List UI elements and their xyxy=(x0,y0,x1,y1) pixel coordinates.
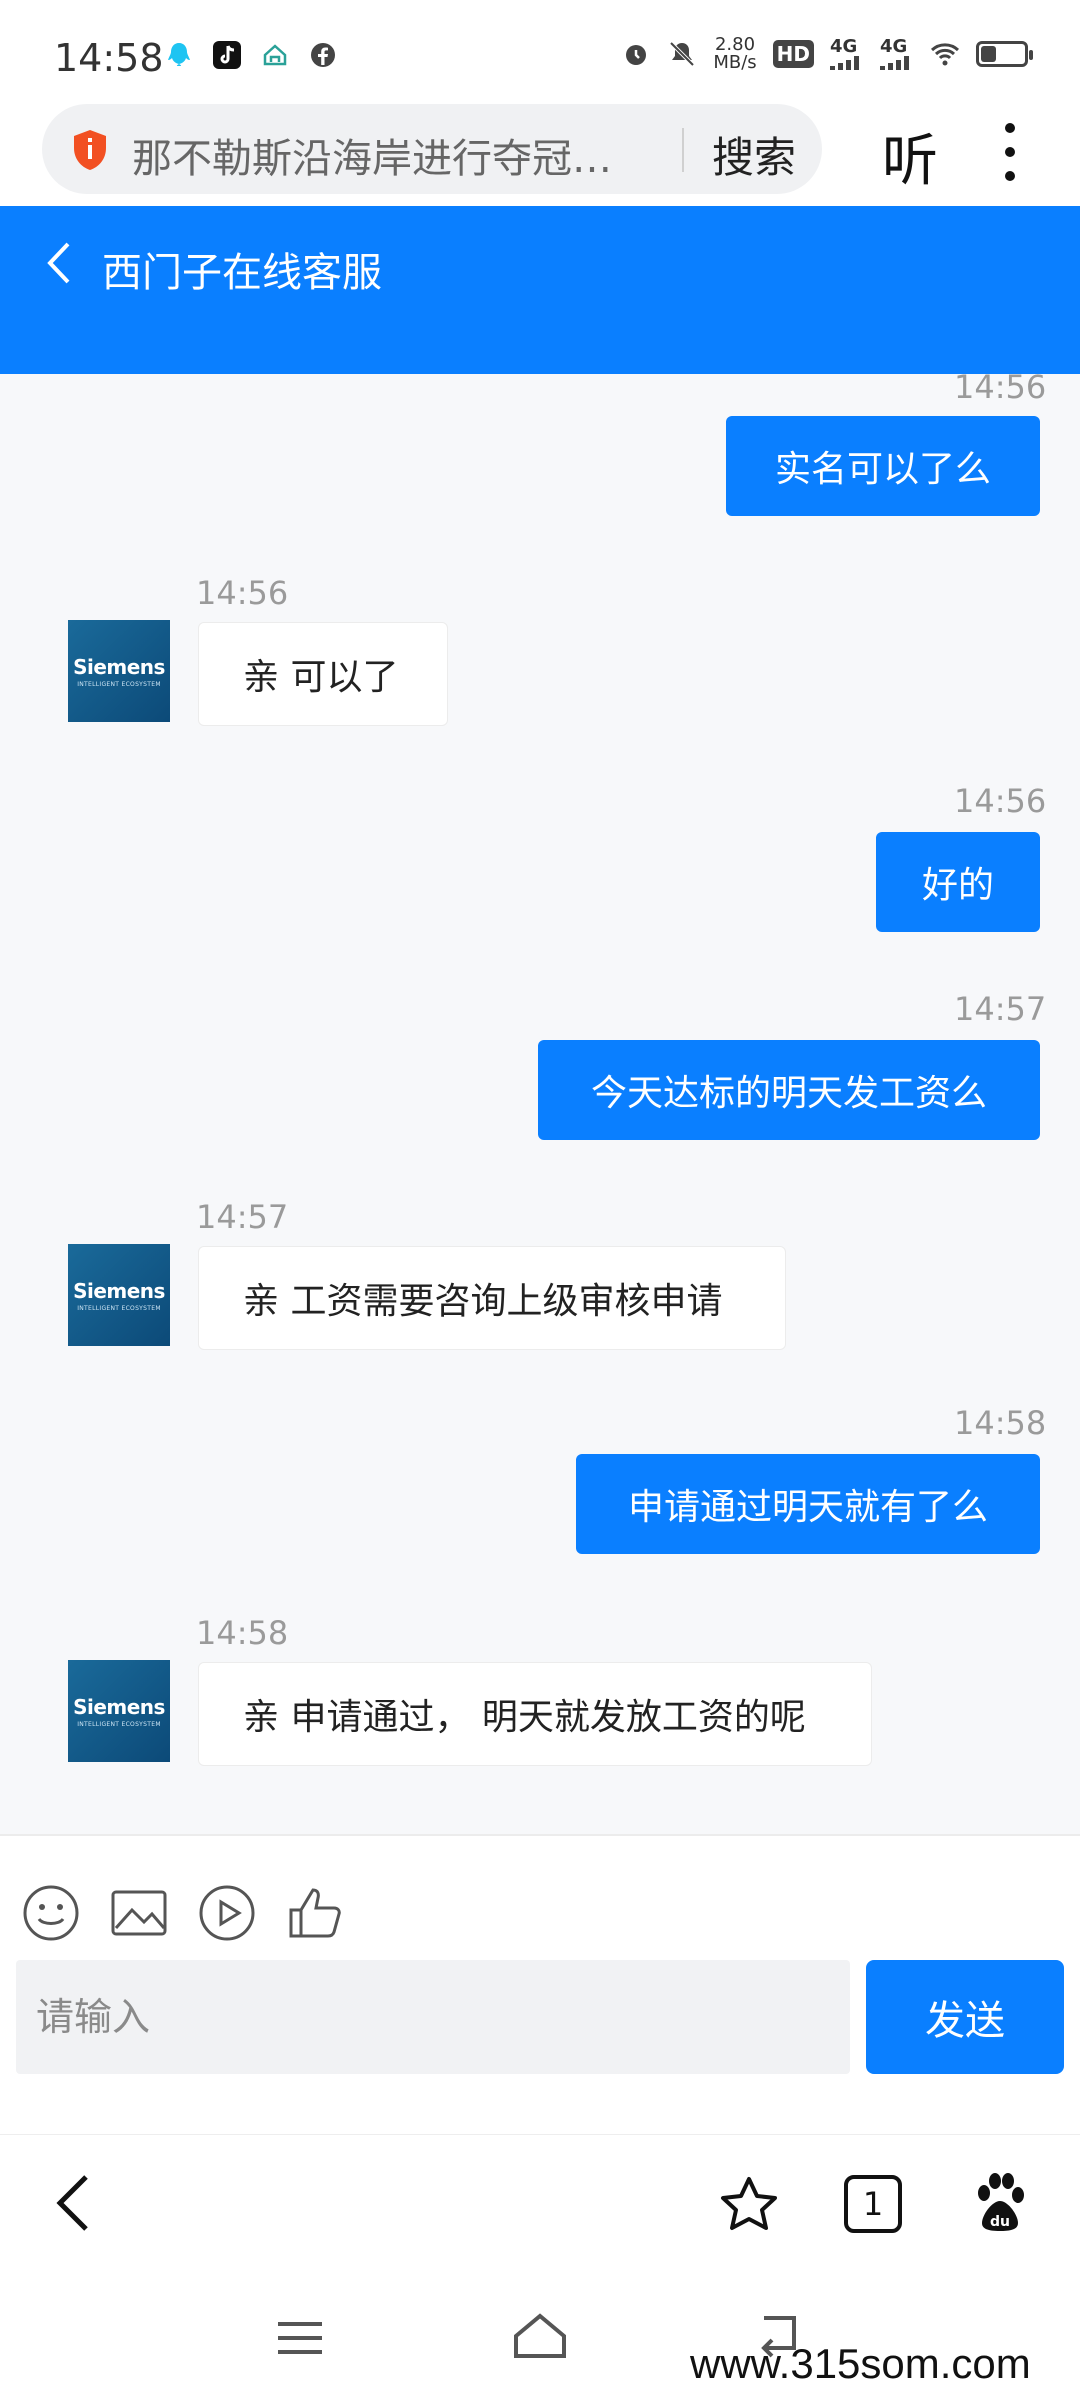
status-right-icons: 2.80 MB/s HD 4G 4G xyxy=(621,36,1033,72)
network-speed: 2.80 MB/s xyxy=(713,36,756,72)
message-time: 14:56 xyxy=(954,374,1047,406)
emoji-icon[interactable] xyxy=(22,1884,80,1942)
signal-bars-icon xyxy=(880,56,909,70)
speed-unit: MB/s xyxy=(713,52,757,73)
message-time: 14:58 xyxy=(196,1614,289,1652)
address-bar[interactable]: 那不勒斯沿海岸进行夺冠… 搜索 xyxy=(42,104,822,194)
message-input[interactable] xyxy=(16,1960,850,2074)
back-arrow-icon[interactable] xyxy=(44,238,74,288)
avatar-subtitle: INTELLIGENT ECOSYSTEM xyxy=(77,680,161,688)
outgoing-message[interactable]: 申请通过明天就有了么 xyxy=(576,1454,1040,1554)
chat-header: 西门子在线客服 xyxy=(0,206,1080,374)
system-navigation-bar: www.315som.com xyxy=(0,2274,1080,2400)
tiktok-icon xyxy=(213,41,241,69)
browser-bottom-nav: 1 du xyxy=(0,2134,1080,2274)
incoming-message[interactable]: 亲 可以了 xyxy=(198,622,448,726)
listen-button[interactable]: 听 xyxy=(882,116,938,197)
incoming-message[interactable]: 亲 工资需要咨询上级审核申请 xyxy=(198,1246,786,1350)
outgoing-message[interactable]: 好的 xyxy=(876,832,1040,932)
signal-1: 4G xyxy=(830,38,864,70)
tabs-button[interactable]: 1 xyxy=(844,2175,902,2233)
signal-2: 4G xyxy=(880,38,914,70)
security-warning-icon[interactable] xyxy=(70,128,110,172)
more-menu-icon[interactable] xyxy=(1000,120,1020,184)
watermark: www.315som.com xyxy=(690,2340,1031,2387)
network-type-label: 4G xyxy=(830,36,858,57)
video-icon[interactable] xyxy=(198,1884,256,1942)
thumbs-up-icon[interactable] xyxy=(286,1884,344,1942)
hd-badge: HD xyxy=(772,40,814,68)
signal-bars-icon xyxy=(830,56,859,70)
facebook-icon xyxy=(311,43,335,67)
avatar[interactable]: Siemens INTELLIGENT ECOSYSTEM xyxy=(68,620,170,722)
mute-bell-icon xyxy=(669,41,695,67)
message-time: 14:56 xyxy=(954,782,1047,820)
search-button[interactable]: 搜索 xyxy=(712,124,796,185)
send-button[interactable]: 发送 xyxy=(866,1960,1064,2074)
smart-home-icon xyxy=(263,44,287,66)
baidu-paw-icon[interactable]: du xyxy=(968,2171,1032,2235)
chat-title: 西门子在线客服 xyxy=(102,250,382,296)
wifi-icon xyxy=(930,43,960,66)
incoming-message[interactable]: 亲 申请通过， 明天就发放工资的呢 xyxy=(198,1662,872,1766)
message-composer: 发送 xyxy=(0,1834,1080,2134)
avatar[interactable]: Siemens INTELLIGENT ECOSYSTEM xyxy=(68,1660,170,1762)
message-time: 14:56 xyxy=(196,574,289,612)
avatar-brand: Siemens xyxy=(73,654,165,679)
page-title[interactable]: 那不勒斯沿海岸进行夺冠… xyxy=(132,126,702,184)
status-time: 14:58 xyxy=(54,36,164,80)
composer-toolbar xyxy=(22,1884,344,1942)
battery-icon xyxy=(976,41,1033,67)
outgoing-message[interactable]: 实名可以了么 xyxy=(726,416,1040,516)
avatar[interactable]: Siemens INTELLIGENT ECOSYSTEM xyxy=(68,1244,170,1346)
recent-apps-icon[interactable] xyxy=(276,2318,324,2358)
back-icon[interactable] xyxy=(52,2171,92,2235)
network-type-label: 4G xyxy=(880,36,908,57)
message-time: 14:57 xyxy=(954,990,1047,1028)
svg-text:du: du xyxy=(990,2214,1010,2230)
avatar-brand: Siemens xyxy=(73,1278,165,1303)
divider xyxy=(682,128,684,172)
alarm-icon xyxy=(626,45,647,65)
browser-toolbar: 那不勒斯沿海岸进行夺冠… 搜索 听 xyxy=(0,100,1080,206)
avatar-subtitle: INTELLIGENT ECOSYSTEM xyxy=(77,1304,161,1312)
home-icon[interactable] xyxy=(510,2310,570,2360)
message-list[interactable]: 14:56 实名可以了么 14:56 Siemens INTELLIGENT E… xyxy=(0,374,1080,1834)
message-time: 14:58 xyxy=(954,1404,1047,1442)
qq-icon xyxy=(168,43,190,66)
avatar-subtitle: INTELLIGENT ECOSYSTEM xyxy=(77,1720,161,1728)
notification-icons xyxy=(164,40,338,70)
avatar-brand: Siemens xyxy=(73,1694,165,1719)
image-icon[interactable] xyxy=(110,1884,168,1942)
status-bar: 14:58 2.80 MB/s HD 4G 4G xyxy=(0,0,1080,100)
message-time: 14:57 xyxy=(196,1198,289,1236)
outgoing-message[interactable]: 今天达标的明天发工资么 xyxy=(538,1040,1040,1140)
bookmark-star-icon[interactable] xyxy=(718,2175,780,2237)
